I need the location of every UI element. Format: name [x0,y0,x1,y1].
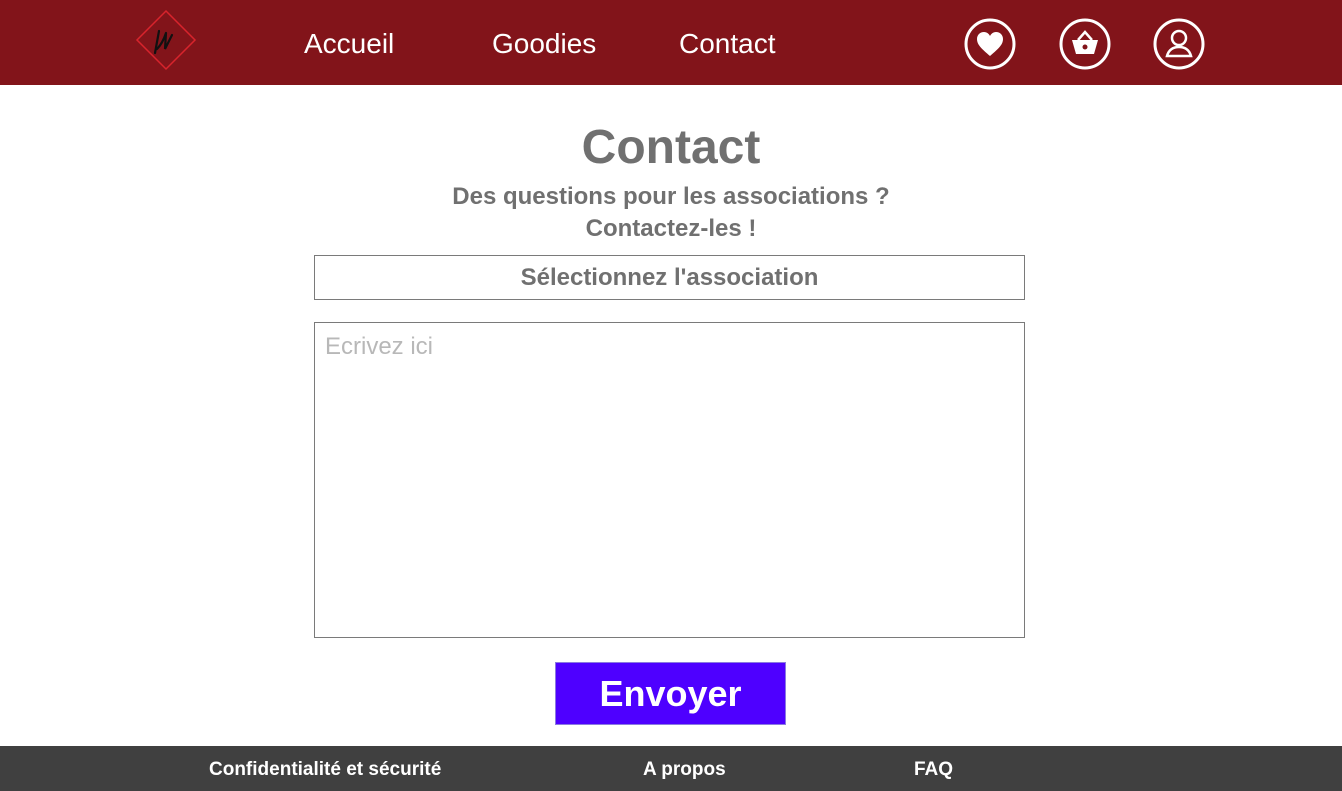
footer: Confidentialité et sécurité A propos FAQ [0,746,1342,791]
nav-home[interactable]: Accueil [304,26,394,62]
footer-privacy-link[interactable]: Confidentialité et sécurité [209,759,441,781]
user-icon[interactable] [1153,18,1205,70]
top-navbar: Accueil Goodies Contact [0,0,1342,85]
message-input[interactable] [314,322,1025,638]
footer-about-link[interactable]: A propos [643,759,726,781]
footer-faq-link[interactable]: FAQ [914,759,953,781]
page-subtitle: Des questions pour les associations ? Co… [0,181,1342,245]
nav-contact[interactable]: Contact [679,26,776,62]
heart-icon[interactable] [964,18,1016,70]
logo-icon[interactable] [135,9,197,71]
send-button[interactable]: Envoyer [555,662,786,725]
subtitle-line-1: Des questions pour les associations ? [452,183,890,210]
basket-icon[interactable] [1059,18,1111,70]
page-title: Contact [581,121,761,174]
nav-goodies[interactable]: Goodies [492,26,596,62]
association-select[interactable]: Sélectionnez l'association [314,255,1025,300]
subtitle-line-2: Contactez-les ! [585,215,757,242]
